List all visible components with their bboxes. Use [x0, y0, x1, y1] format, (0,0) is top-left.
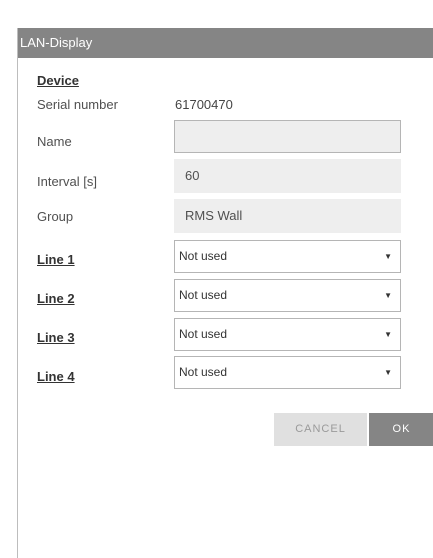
- line-3-select[interactable]: Not used ▼: [174, 318, 401, 351]
- line-3-value: Not used: [179, 327, 228, 341]
- dialog-title: LAN-Display: [18, 28, 433, 58]
- chevron-down-icon: ▼: [384, 252, 392, 261]
- serial-number-label: Serial number: [37, 97, 118, 112]
- line-1-select[interactable]: Not used ▼: [174, 240, 401, 273]
- lan-display-dialog: LAN-Display Device Serial number 6170047…: [17, 28, 433, 558]
- group-field: RMS Wall: [174, 199, 401, 233]
- chevron-down-icon: ▼: [384, 330, 392, 339]
- cancel-button[interactable]: CANCEL: [274, 413, 367, 446]
- line-2-label: Line 2: [37, 291, 75, 306]
- line-2-value: Not used: [179, 288, 228, 302]
- ok-button[interactable]: OK: [369, 413, 433, 446]
- line-4-select[interactable]: Not used ▼: [174, 356, 401, 389]
- group-label: Group: [37, 209, 74, 224]
- chevron-down-icon: ▼: [384, 291, 392, 300]
- name-label: Name: [37, 134, 72, 149]
- interval-field: 60: [174, 159, 401, 193]
- chevron-down-icon: ▼: [384, 368, 392, 377]
- line-3-label: Line 3: [37, 330, 75, 345]
- serial-number-value: 61700470: [175, 97, 233, 112]
- interval-label: Interval [s]: [37, 174, 97, 189]
- line-4-label: Line 4: [37, 369, 75, 384]
- line-2-select[interactable]: Not used ▼: [174, 279, 401, 312]
- line-4-value: Not used: [179, 365, 228, 379]
- line-1-label: Line 1: [37, 252, 75, 267]
- name-input[interactable]: [174, 120, 401, 153]
- device-section-title: Device: [37, 73, 79, 88]
- line-1-value: Not used: [179, 249, 228, 263]
